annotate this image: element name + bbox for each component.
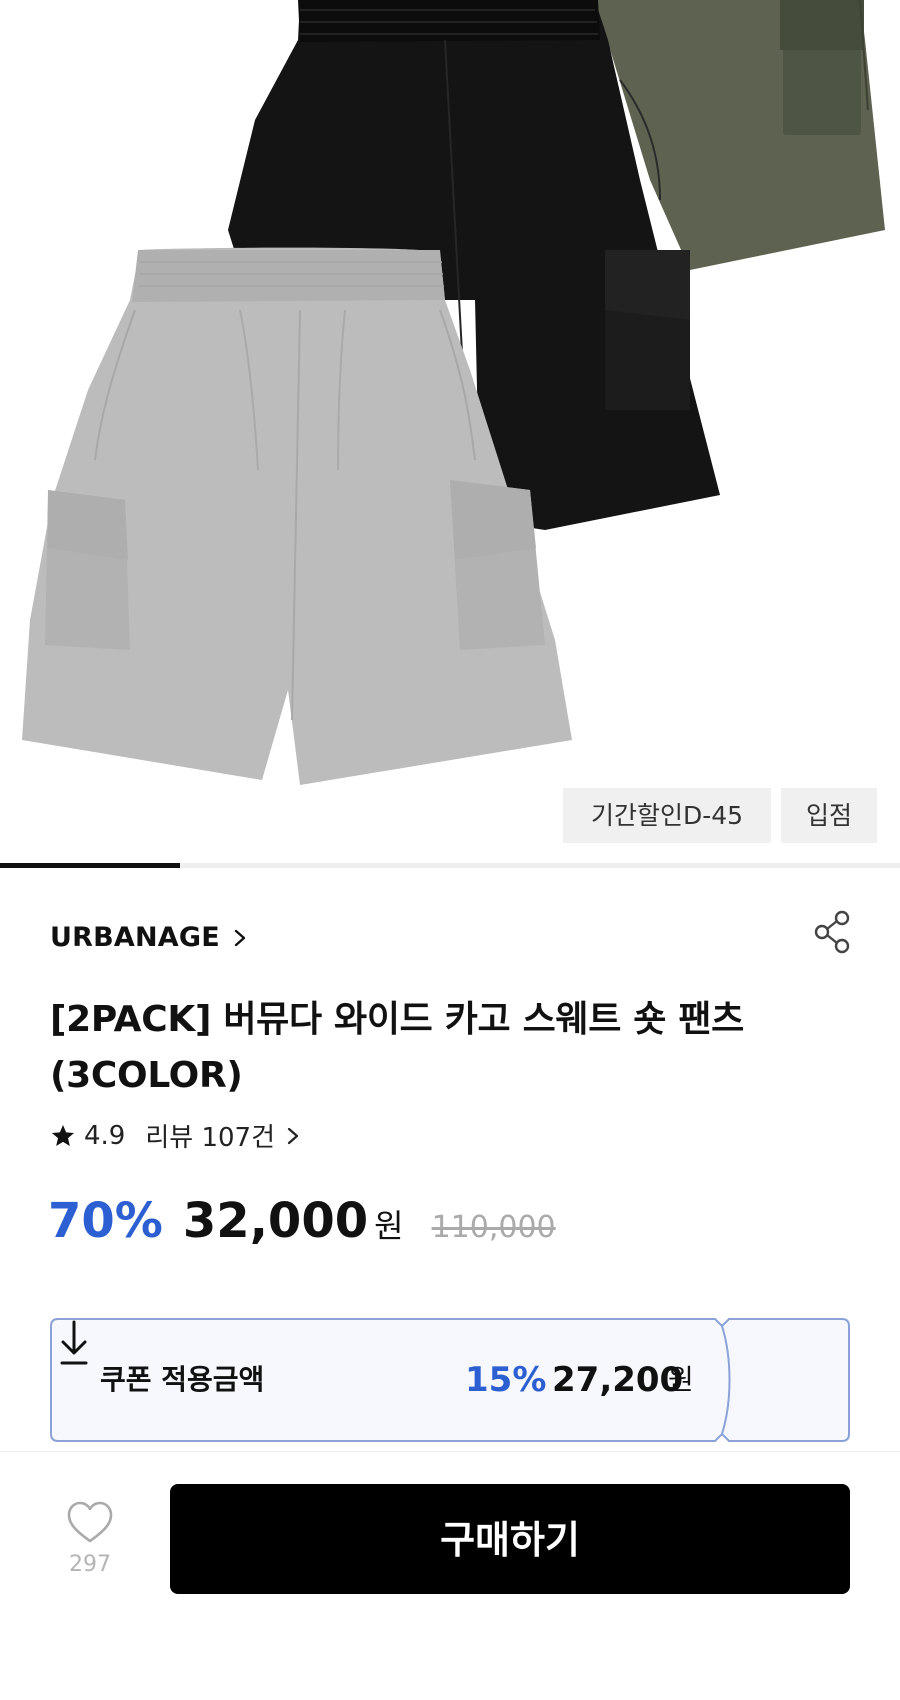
coupon-price: 27,200 <box>552 1360 684 1400</box>
buy-button[interactable]: 구매하기 <box>170 1484 850 1594</box>
store-tag: 입점 <box>781 788 877 843</box>
currency-unit: 원 <box>374 1207 404 1245</box>
bottom-bar-divider <box>0 1451 900 1452</box>
period-sale-tag: 기간할인D-45 <box>563 788 771 843</box>
coupon-label: 쿠폰 적용금액 <box>100 1363 265 1396</box>
chevron-right-icon <box>287 1127 299 1144</box>
coupon-box[interactable]: 쿠폰 적용금액 15% 27,200 원 <box>50 1318 850 1442</box>
coupon-currency: 원 <box>668 1363 694 1396</box>
product-title: [2PACK] 버뮤다 와이드 카고 스웨트 숏 팬츠 (3COLOR) <box>50 999 744 1096</box>
download-icon[interactable] <box>50 1318 98 1368</box>
sale-price: 32,000 <box>182 1193 369 1249</box>
coupon-rate: 15% <box>465 1360 547 1400</box>
like-count: 297 <box>69 1552 111 1577</box>
progress-fill <box>0 863 180 868</box>
rating-value: 4.9 <box>84 1120 126 1151</box>
product-image[interactable]: 기간할인D-45 입점 <box>0 0 900 860</box>
price-row: 70% 32,000 원 110,000 <box>48 1193 556 1249</box>
review-count: 리뷰 107건 <box>145 1123 276 1153</box>
star-icon <box>51 1124 75 1146</box>
brand-link[interactable]: URBANAGE <box>50 922 250 953</box>
image-carousel-progress <box>0 863 900 868</box>
chevron-right-icon <box>234 929 246 946</box>
brand-name: URBANAGE <box>50 922 220 953</box>
discount-rate: 70% <box>48 1193 163 1249</box>
rating-review-link[interactable]: 4.9 리뷰 107건 <box>50 1117 303 1154</box>
share-icon[interactable] <box>812 910 852 954</box>
original-price: 110,000 <box>431 1210 556 1245</box>
heart-icon <box>67 1501 113 1543</box>
shorts-illustration <box>22 0 885 785</box>
like-button[interactable]: 297 <box>60 1500 120 1590</box>
